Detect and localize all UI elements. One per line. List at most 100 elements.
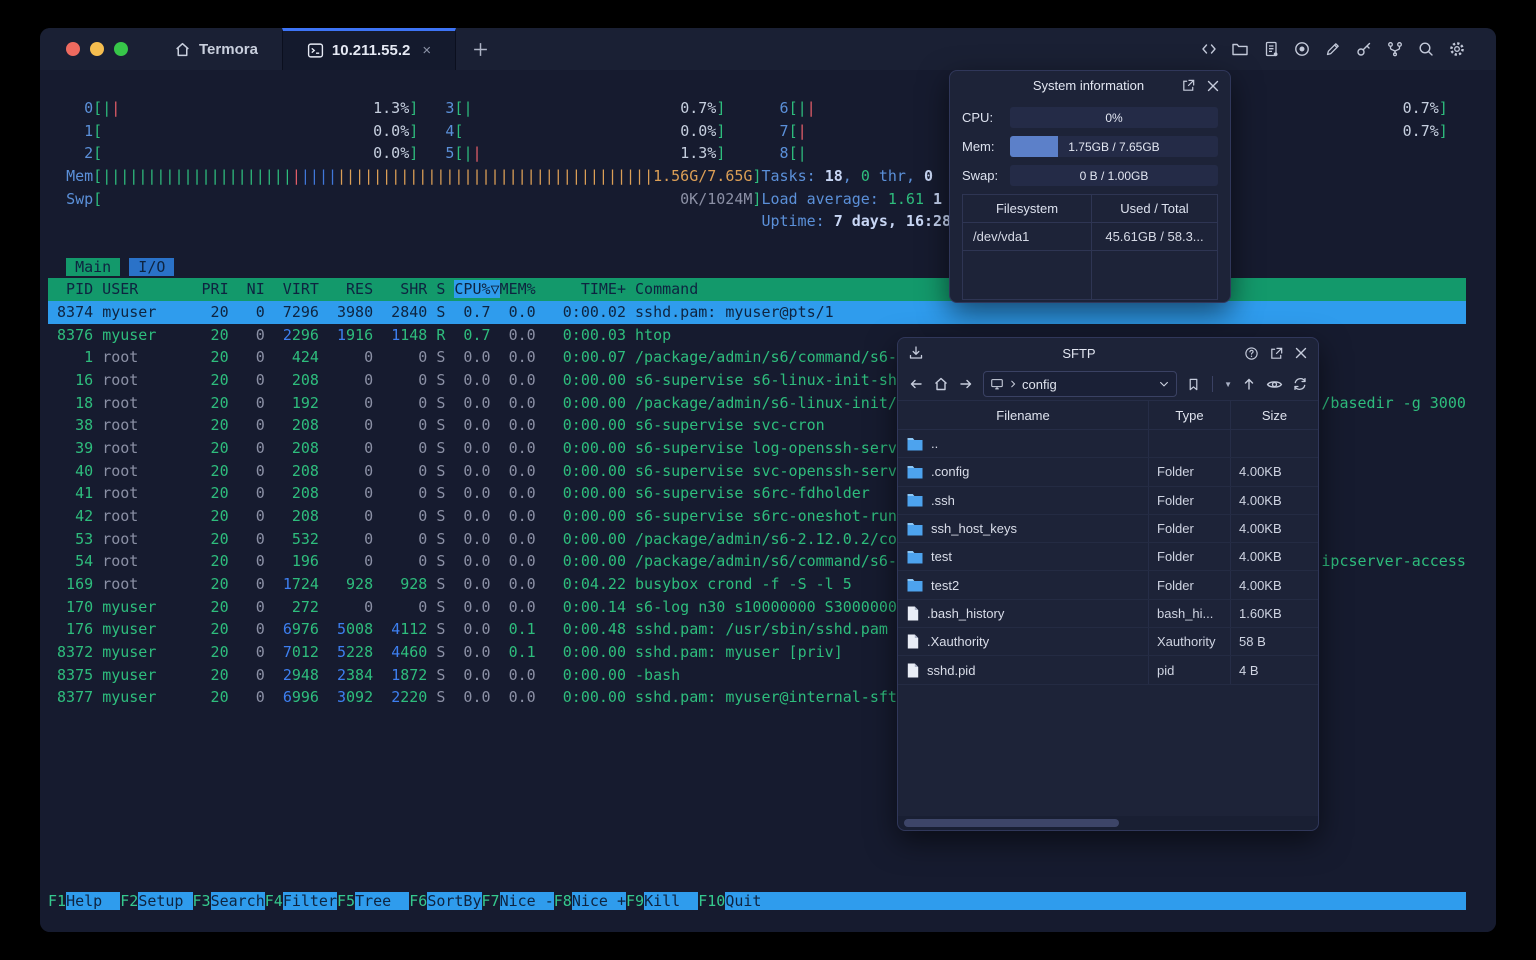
cpu-meter-row: 1[ 0.0%] 4[ 0.0%] 7[| 0.7%] xyxy=(84,121,1448,140)
code-icon[interactable] xyxy=(1200,40,1218,58)
app-window: Termora 10.211.55.2 × 0[|| 1.3%] 3[| 0.7… xyxy=(40,28,1496,932)
tab-termora[interactable]: Termora xyxy=(150,28,282,70)
file-icon xyxy=(907,634,919,649)
file-name: test2 xyxy=(931,577,960,593)
open-in-new-icon[interactable] xyxy=(1181,78,1196,93)
file-name: ssh_host_keys xyxy=(931,521,1017,537)
file-type: Folder xyxy=(1149,571,1231,599)
new-tab-button[interactable] xyxy=(456,28,505,70)
path-chevron-icon xyxy=(1008,379,1018,389)
file-type: Folder xyxy=(1149,486,1231,514)
back-icon[interactable] xyxy=(908,376,924,392)
key-icon[interactable] xyxy=(1355,40,1373,58)
file-type: pid xyxy=(1149,656,1231,684)
bookmark-icon[interactable] xyxy=(1186,377,1201,392)
file-type: Folder xyxy=(1149,514,1231,543)
edit-icon[interactable] xyxy=(1324,40,1342,58)
function-key-bar[interactable]: F1Help F2Setup F3SearchF4FilterF5Tree F6… xyxy=(48,890,1466,913)
mem-value: 1.75GB / 7.65GB xyxy=(1068,139,1160,154)
file-row[interactable]: .config Folder 4.00KB xyxy=(898,458,1318,487)
cpu-value: 0% xyxy=(1105,110,1123,125)
system-information-body: CPU: 0% Mem: 1.75GB / 7.65GB Swap: 0 B /… xyxy=(950,100,1230,300)
folder-icon xyxy=(907,437,923,451)
titlebar: Termora 10.211.55.2 × xyxy=(40,28,1496,70)
filesystem-cell[interactable]: /dev/vda1 xyxy=(963,223,1092,251)
tab-termora-label: Termora xyxy=(199,40,258,58)
upload-icon[interactable] xyxy=(1241,376,1257,392)
folder-icon xyxy=(907,465,923,479)
file-row[interactable]: .Xauthority Xauthority 58 B xyxy=(898,628,1318,657)
scrollbar-thumb[interactable] xyxy=(904,819,1119,827)
branch-icon[interactable] xyxy=(1386,40,1404,58)
file-row[interactable]: .. xyxy=(898,430,1318,459)
cpu-progressbar: 0% xyxy=(1010,107,1218,128)
file-size: 4.00KB xyxy=(1239,492,1282,508)
swap-label: Swap: xyxy=(962,168,999,183)
file-type: Folder xyxy=(1149,543,1231,571)
log-icon[interactable] xyxy=(1262,40,1280,58)
forward-icon[interactable] xyxy=(958,376,974,392)
preview-icon[interactable] xyxy=(1266,376,1283,393)
process-table-header[interactable]: PID USER PRI NI VIRT RES SHR S CPU%▽MEM%… xyxy=(48,278,1466,301)
file-size: 1.60KB xyxy=(1239,605,1282,621)
record-icon[interactable] xyxy=(1293,40,1311,58)
search-icon[interactable] xyxy=(1417,40,1435,58)
file-row[interactable]: .ssh Folder 4.00KB xyxy=(898,486,1318,515)
close-window-button[interactable] xyxy=(66,42,80,56)
horizontal-scrollbar[interactable] xyxy=(898,816,1318,830)
table-filler-left xyxy=(963,251,1092,299)
maximize-window-button[interactable] xyxy=(114,42,128,56)
file-size xyxy=(1231,430,1318,457)
tab-host-label: 10.211.55.2 xyxy=(331,42,411,59)
file-size: 58 B xyxy=(1239,634,1266,650)
column-size[interactable]: Size xyxy=(1231,401,1318,429)
mem-meter-row: Mem: 1.75GB / 7.65GB xyxy=(962,136,1218,157)
sftp-file-list: .. .config Folder 4.00KB .ssh Folder 4.00KB ssh… xyxy=(898,430,1318,685)
minimize-window-button[interactable] xyxy=(90,42,104,56)
file-row[interactable]: test2 Folder 4.00KB xyxy=(898,571,1318,600)
column-filename[interactable]: Filename xyxy=(898,401,1149,429)
open-in-new-icon[interactable] xyxy=(1269,346,1284,361)
system-information-panel: System information CPU: 0% Mem: 1.75GB /… xyxy=(949,70,1231,303)
download-icon[interactable] xyxy=(908,345,924,361)
close-icon[interactable] xyxy=(1294,346,1308,360)
file-row[interactable]: ssh_host_keys Folder 4.00KB xyxy=(898,514,1318,544)
file-type: Xauthority xyxy=(1149,628,1231,656)
close-icon[interactable] xyxy=(1206,79,1220,93)
file-row[interactable]: sshd.pid pid 4 B xyxy=(898,656,1318,685)
file-icon xyxy=(907,663,919,678)
bookmark-dropdown-icon[interactable]: ▼ xyxy=(1224,380,1232,389)
titlebar-spacer xyxy=(505,28,1200,70)
file-row[interactable]: test Folder 4.00KB xyxy=(898,543,1318,572)
table-filler-right xyxy=(1092,251,1217,299)
refresh-icon[interactable] xyxy=(1292,376,1308,392)
chevron-down-icon[interactable] xyxy=(1158,378,1170,390)
system-information-titlebar: System information xyxy=(950,71,1230,100)
traffic-lights xyxy=(40,28,150,70)
folder-icon xyxy=(907,550,923,564)
process-row[interactable]: 8374 myuser 20 0 7296 3980 2840 S 0.7 0.… xyxy=(48,300,1466,324)
file-name: .Xauthority xyxy=(927,634,990,650)
htop-view-tabs[interactable]: Main I/O xyxy=(48,256,1466,279)
sftp-panel: SFTP config ▼ Filename Type Size .. .con… xyxy=(897,337,1319,831)
cpu-meter-row: 0[|| 1.3%] 3[| 0.7%] 6[|| 0.7%] xyxy=(84,99,1448,117)
help-icon[interactable] xyxy=(1244,346,1259,361)
home-icon xyxy=(174,41,191,58)
close-tab-icon[interactable]: × xyxy=(422,42,431,59)
path-input[interactable]: config xyxy=(983,371,1178,397)
file-row[interactable]: .bash_history bash_hi... 1.60KB xyxy=(898,599,1318,629)
file-icon xyxy=(907,606,919,621)
used-total-cell[interactable]: 45.61GB / 58.3... xyxy=(1092,223,1217,251)
settings-icon[interactable] xyxy=(1448,40,1466,58)
sftp-titlebar: SFTP xyxy=(898,338,1318,368)
mem-progressbar: 1.75GB / 7.65GB xyxy=(1010,136,1218,157)
file-type xyxy=(1149,430,1231,458)
home-icon[interactable] xyxy=(933,376,949,392)
folder-icon xyxy=(907,493,923,507)
column-type[interactable]: Type xyxy=(1149,401,1231,429)
folder-icon[interactable] xyxy=(1231,40,1249,58)
tab-host[interactable]: 10.211.55.2 × xyxy=(281,28,457,70)
swap-value: 0 B / 1.00GB xyxy=(1079,168,1149,183)
device-icon xyxy=(990,377,1004,391)
